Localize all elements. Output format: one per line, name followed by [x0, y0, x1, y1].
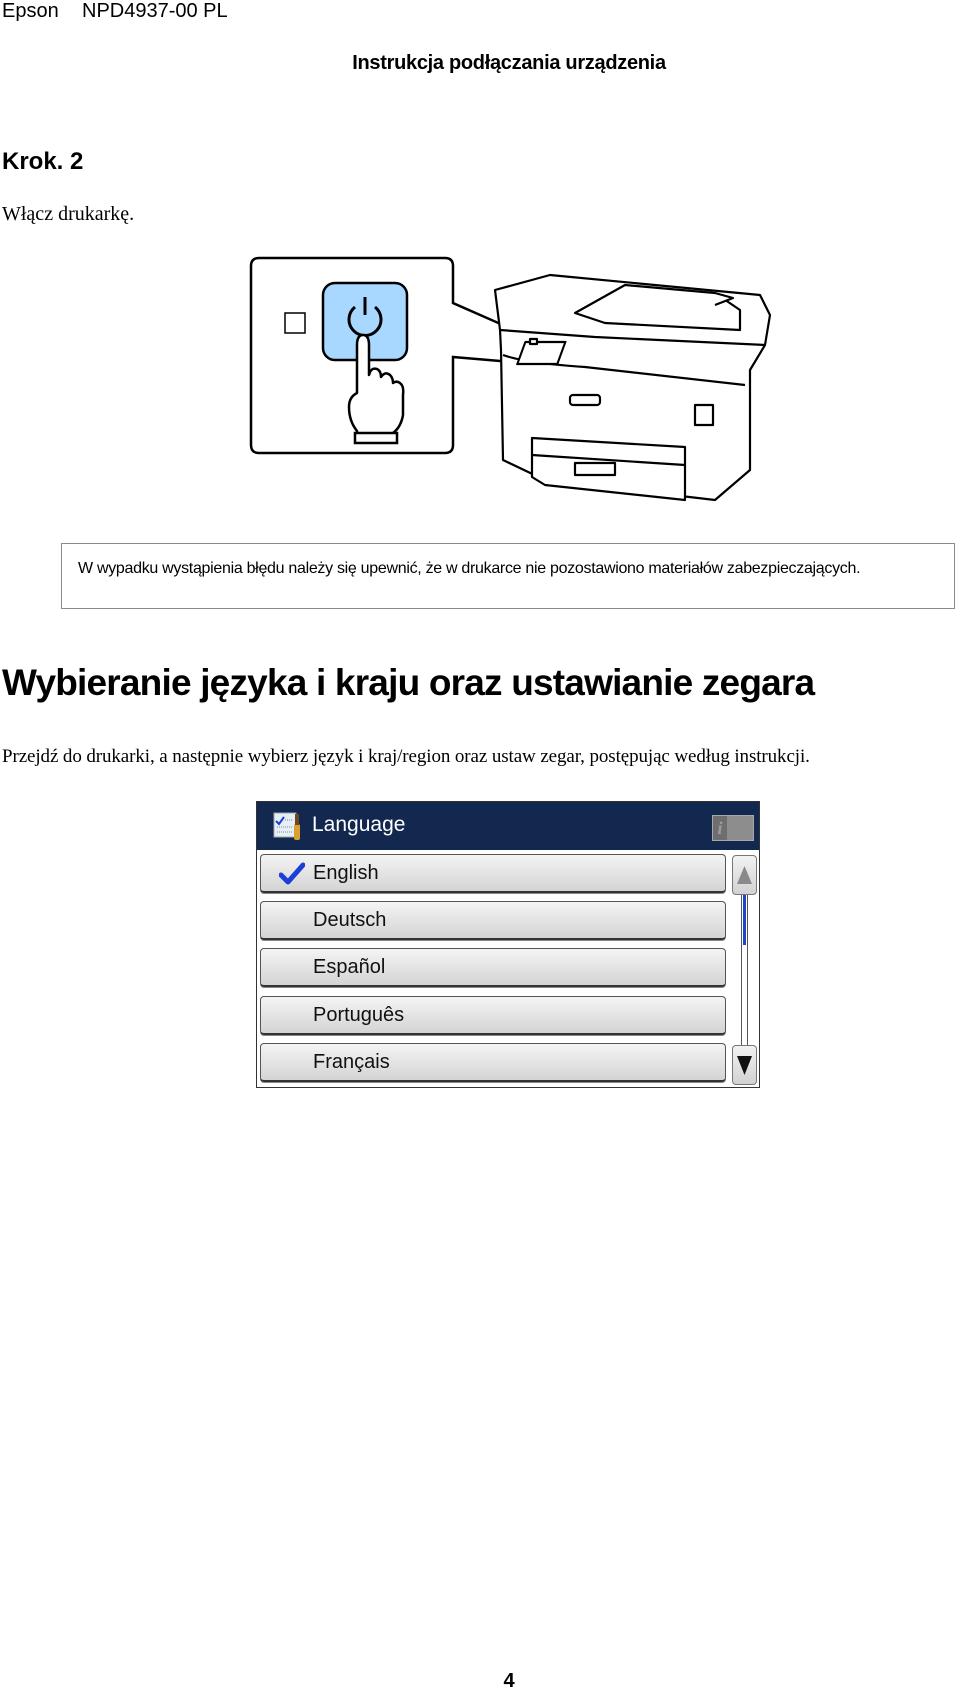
section-heading: Wybieranie języka i kraju oraz ustawiani…: [2, 662, 815, 703]
info-icon: i: [713, 816, 727, 840]
language-option-francais[interactable]: Français: [260, 1043, 726, 1082]
triangle-down-icon: [737, 1056, 752, 1075]
scroll-up-button[interactable]: [732, 855, 757, 895]
step-instruction: Włącz drukarkę.: [2, 203, 135, 225]
language-option-label: Deutsch: [313, 909, 387, 931]
document-title: Instrukcja podłączania urządzenia: [352, 52, 666, 74]
language-panel-screenshot: Language i English Deutsch Español Portu…: [256, 801, 760, 1088]
language-option-label: Português: [313, 1004, 405, 1026]
language-option-deutsch[interactable]: Deutsch: [260, 901, 726, 940]
settings-checklist-icon: [273, 812, 300, 840]
info-button[interactable]: i: [712, 815, 754, 841]
triangle-up-icon: [737, 866, 752, 884]
language-option-english[interactable]: English: [260, 854, 726, 893]
checkmark-icon: [279, 862, 305, 885]
header-brand: Epson: [2, 0, 59, 22]
language-option-label: Français: [313, 1051, 390, 1073]
power-on-illustration: [249, 256, 772, 502]
note-text: W wypadku wystąpienia błędu należy się u…: [78, 560, 861, 577]
panel-title: Language: [312, 813, 406, 836]
page-number: 4: [503, 1670, 515, 1692]
step-label: Krok. 2: [2, 148, 84, 175]
scrollbar-track[interactable]: [741, 895, 748, 1045]
language-option-label: Español: [313, 956, 386, 978]
language-option-label: English: [313, 862, 379, 884]
language-option-espanol[interactable]: Español: [260, 948, 726, 987]
panel-titlebar: Language i: [257, 802, 759, 850]
header-doc-code: NPD4937-00 PL: [82, 0, 228, 22]
note-box: W wypadku wystąpienia błędu należy się u…: [61, 543, 955, 609]
scroll-down-button[interactable]: [732, 1045, 757, 1085]
light-indicator-icon: [284, 312, 306, 334]
scrollbar-thumb[interactable]: [743, 895, 746, 945]
language-option-portugues[interactable]: Português: [260, 996, 726, 1035]
printer-icon: [493, 273, 772, 502]
section-paragraph: Przejdź do drukarki, a następnie wybierz…: [2, 746, 810, 767]
